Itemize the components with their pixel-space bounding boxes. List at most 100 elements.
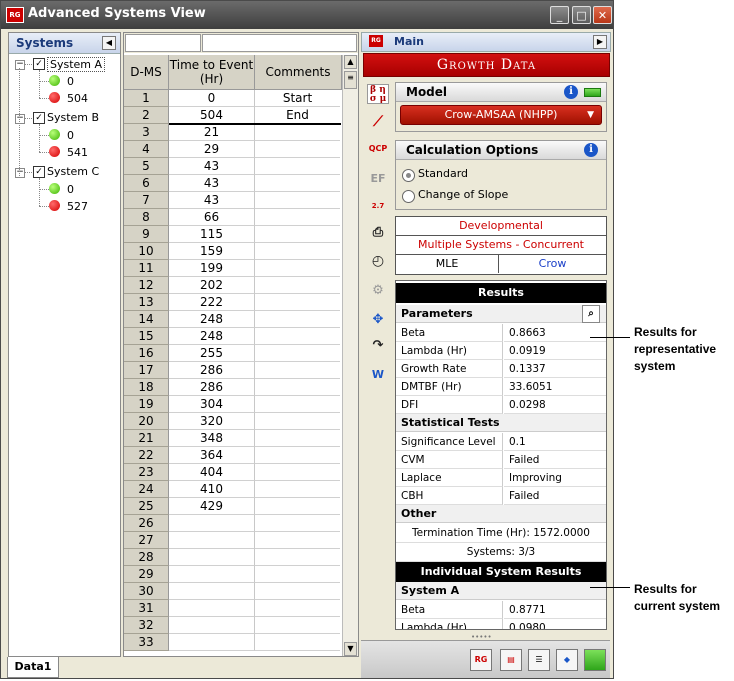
diamond-tool-icon[interactable]: ◆ — [556, 649, 578, 671]
comment-cell[interactable] — [255, 328, 340, 345]
row-number[interactable]: 11 — [124, 260, 169, 277]
comment-cell[interactable] — [255, 260, 340, 277]
row-number[interactable]: 17 — [124, 362, 169, 379]
time-cell[interactable]: 0 — [169, 90, 255, 107]
time-cell[interactable]: 199 — [169, 260, 255, 277]
time-cell[interactable] — [169, 583, 255, 600]
comment-cell[interactable] — [255, 498, 340, 515]
row-number[interactable]: 22 — [124, 447, 169, 464]
notes-icon[interactable]: ☰ — [528, 649, 550, 671]
comment-cell[interactable] — [255, 243, 340, 260]
title-bar[interactable]: RG Advanced Systems View _ □ ✕ — [1, 1, 613, 29]
radio-change-of-slope-label[interactable]: Change of Slope — [418, 188, 508, 201]
cell-formula-input[interactable] — [202, 34, 357, 52]
row-number[interactable]: 8 — [124, 209, 169, 226]
comment-cell[interactable] — [255, 345, 340, 362]
comment-cell[interactable] — [255, 515, 340, 532]
comment-cell[interactable] — [255, 634, 340, 651]
time-cell[interactable]: 29 — [169, 141, 255, 158]
comment-cell[interactable] — [255, 209, 340, 226]
time-cell[interactable]: 159 — [169, 243, 255, 260]
sheet-tab-data1[interactable]: Data1 — [7, 657, 59, 678]
row-number[interactable]: 30 — [124, 583, 169, 600]
comment-cell[interactable] — [255, 413, 340, 430]
time-cell[interactable] — [169, 532, 255, 549]
redo-icon[interactable]: ↷ — [367, 336, 389, 356]
time-cell[interactable]: 222 — [169, 294, 255, 311]
time-cell[interactable]: 43 — [169, 175, 255, 192]
row-number[interactable]: 5 — [124, 158, 169, 175]
time-cell[interactable]: 348 — [169, 430, 255, 447]
model-info-icon[interactable]: i — [564, 85, 578, 99]
settings-gear-icon[interactable]: ⚙ — [367, 281, 389, 301]
time-cell[interactable]: 255 — [169, 345, 255, 362]
comment-cell[interactable] — [255, 583, 340, 600]
comment-cell[interactable] — [255, 600, 340, 617]
panel-expand-icon[interactable]: ▶ — [593, 35, 607, 49]
row-number[interactable]: 3 — [124, 124, 169, 141]
comment-cell[interactable] — [255, 379, 340, 396]
time-cell[interactable] — [169, 566, 255, 583]
calculate-icon[interactable] — [584, 649, 606, 671]
column-header-dms[interactable]: D-MS — [124, 55, 169, 90]
comment-cell[interactable] — [255, 226, 340, 243]
system-label[interactable]: System C — [47, 165, 99, 178]
comment-cell[interactable] — [255, 192, 340, 209]
row-number[interactable]: 7 — [124, 192, 169, 209]
time-cell[interactable] — [169, 600, 255, 617]
scroll-down-icon[interactable]: ▼ — [344, 642, 357, 656]
row-number[interactable]: 18 — [124, 379, 169, 396]
row-number[interactable]: 12 — [124, 277, 169, 294]
collapse-panel-icon[interactable]: ◀ — [102, 36, 116, 50]
comment-cell[interactable] — [255, 277, 340, 294]
row-number[interactable]: 14 — [124, 311, 169, 328]
expand-toggle-icon[interactable]: − — [15, 168, 25, 178]
radio-change-of-slope[interactable] — [402, 190, 415, 203]
print-icon[interactable]: ⎙ — [367, 223, 389, 243]
cell-reference-input[interactable] — [125, 34, 201, 52]
qcp-icon[interactable]: QCP — [367, 139, 389, 159]
row-number[interactable]: 9 — [124, 226, 169, 243]
comment-cell[interactable] — [255, 141, 340, 158]
time-cell[interactable] — [169, 549, 255, 566]
column-header-time[interactable]: Time to Event (Hr) — [169, 55, 255, 90]
row-number[interactable]: 1 — [124, 90, 169, 107]
row-number[interactable]: 27 — [124, 532, 169, 549]
close-icon[interactable]: ✕ — [593, 6, 612, 24]
row-number[interactable]: 23 — [124, 464, 169, 481]
row-number[interactable]: 4 — [124, 141, 169, 158]
scroll-up-icon[interactable]: ▲ — [344, 55, 357, 69]
time-cell[interactable]: 115 — [169, 226, 255, 243]
time-cell[interactable]: 410 — [169, 481, 255, 498]
comment-cell[interactable] — [255, 447, 340, 464]
radio-standard[interactable] — [402, 169, 415, 182]
maximize-icon[interactable]: □ — [572, 6, 591, 24]
pdf-icon[interactable]: ▤ — [500, 649, 522, 671]
gauge-icon[interactable]: ◴ — [367, 251, 389, 271]
system-label[interactable]: System B — [47, 111, 99, 124]
system-start-value[interactable]: 0 — [67, 183, 74, 196]
row-number[interactable]: 25 — [124, 498, 169, 515]
system-checkbox[interactable]: ✓ — [33, 166, 45, 178]
row-number[interactable]: 15 — [124, 328, 169, 345]
comment-cell[interactable] — [255, 294, 340, 311]
comment-cell[interactable] — [255, 481, 340, 498]
row-number[interactable]: 31 — [124, 600, 169, 617]
scroll-thumb[interactable]: ≡ — [344, 71, 357, 89]
time-cell[interactable]: 248 — [169, 311, 255, 328]
time-cell[interactable]: 364 — [169, 447, 255, 464]
system-end-value[interactable]: 541 — [67, 146, 88, 159]
minimize-icon[interactable]: _ — [550, 6, 569, 24]
comment-cell[interactable] — [255, 430, 340, 447]
data-format-icon[interactable]: 2.7 — [367, 196, 389, 216]
model-dropdown[interactable]: Crow-AMSAA (NHPP) ▼ — [400, 105, 602, 125]
method-mle-label[interactable]: MLE — [396, 255, 499, 273]
comment-cell[interactable] — [255, 362, 340, 379]
row-number[interactable]: 29 — [124, 566, 169, 583]
system-checkbox[interactable]: ✓ — [33, 58, 45, 70]
row-number[interactable]: 33 — [124, 634, 169, 651]
time-cell[interactable]: 21 — [169, 124, 255, 141]
comment-cell[interactable]: Start — [255, 90, 340, 107]
parameters-icon[interactable]: β ησ μ — [367, 84, 389, 104]
time-cell[interactable]: 286 — [169, 379, 255, 396]
